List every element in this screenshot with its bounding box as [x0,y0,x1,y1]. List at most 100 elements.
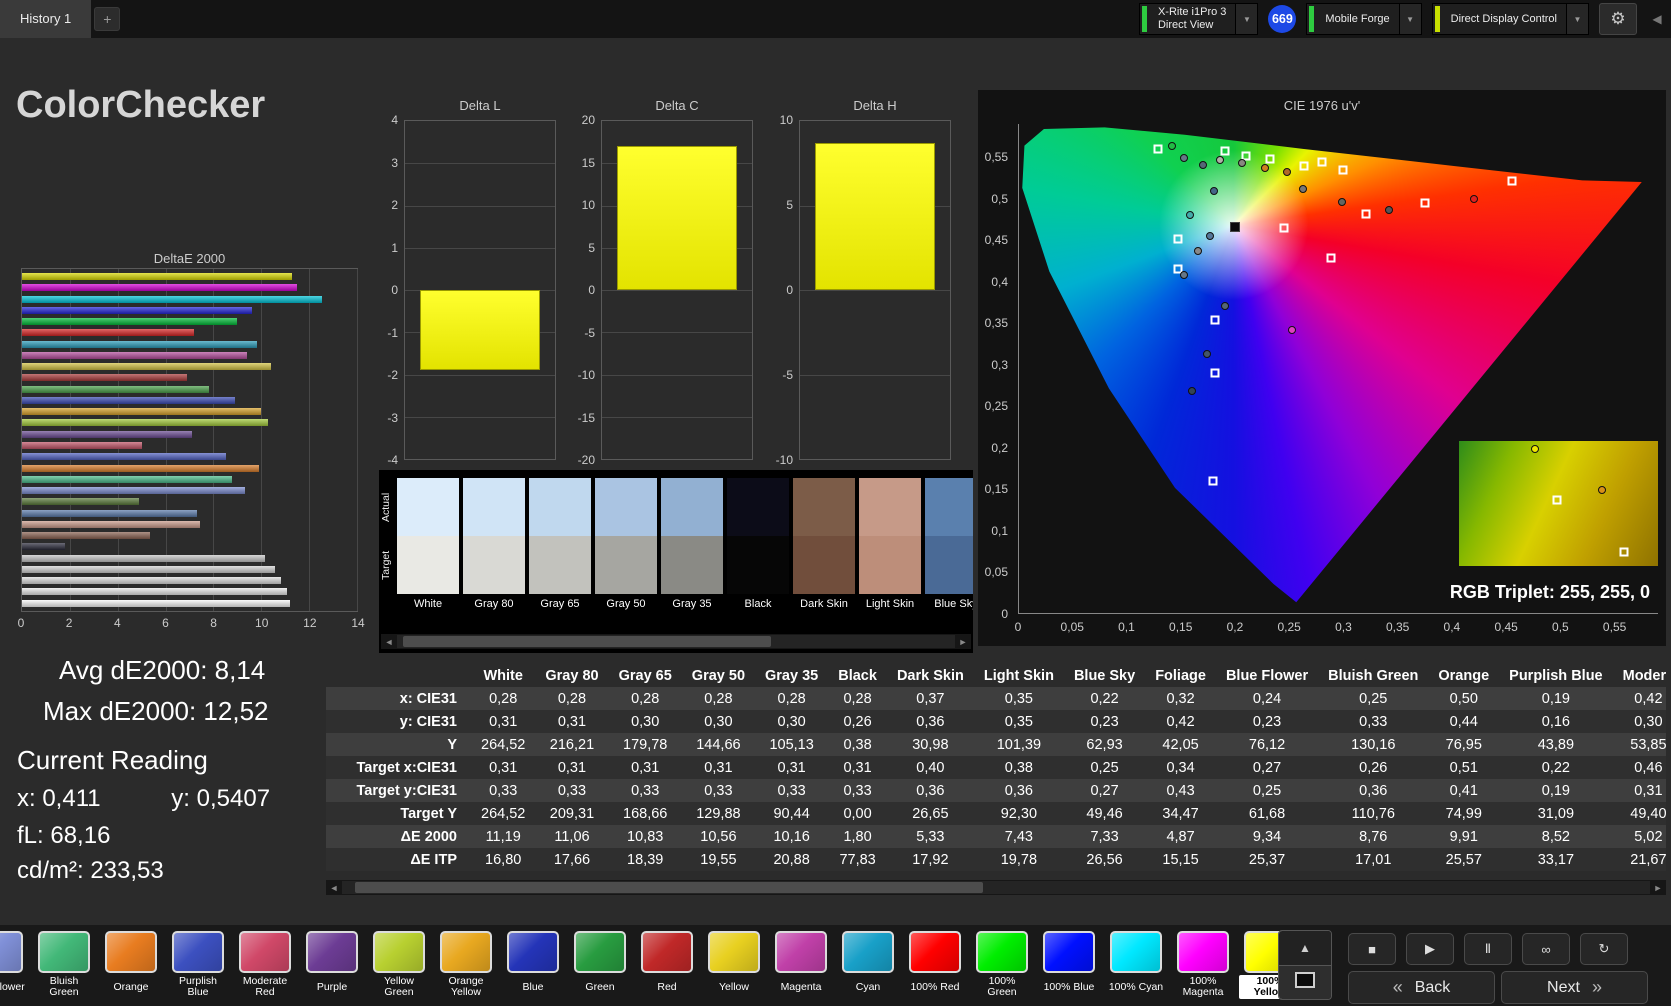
deltae-bar-dark-skin [22,532,150,540]
table-cell: 76,12 [1248,736,1286,753]
patch-button-yellow[interactable]: Yellow [703,931,765,999]
target-swatch [859,536,921,594]
patch-button-orange[interactable]: Orange [100,931,162,999]
swatch-label: White [413,598,443,610]
axis-tick-label: 6 [162,616,169,630]
patch-button-red[interactable]: Red [636,931,698,999]
scrollbar-track[interactable] [397,635,955,648]
scroll-up-button[interactable]: ▲ [1279,931,1331,965]
patch-button-100-magenta[interactable]: 100% Magenta [1172,931,1234,999]
scrollbar-track[interactable] [342,881,1650,894]
patch-button-100-blue[interactable]: 100% Blue [1038,931,1100,999]
target-marker [1153,144,1163,154]
scroll-left-icon[interactable]: ◄ [326,883,342,893]
patch-button-blue-flower[interactable]: Blue Flower [0,931,28,999]
patch-button-blue[interactable]: Blue [502,931,564,999]
swatch-column-white: White [397,478,459,614]
table-cell: 33,17 [1537,851,1575,868]
measurement-marker [1298,184,1307,193]
patch-button-cyan[interactable]: Cyan [837,931,899,999]
table-row: Target y:CIE31 0,33 0,33 0,33 0,33 0,33 0,33 0,… [326,779,1666,802]
gridline [602,290,752,291]
scrollbar-thumb[interactable] [402,636,771,647]
meter-source[interactable]: Mobile Forge ▼ [1306,3,1422,35]
inset-measurement-marker [1530,444,1539,453]
stop-button[interactable]: ■ [1348,933,1396,965]
back-button[interactable]: « Back [1348,971,1495,1004]
row-label: Target Y [400,805,457,822]
patch-button-orange-yellow[interactable]: Orange Yellow [435,931,497,999]
table-cell: 11,06 [554,828,590,845]
patch-button-row: Blue Flower Bluish Green Orange Purplish Bl… [0,931,1301,999]
table-cell: 77,83 [839,851,876,868]
scroll-right-icon[interactable]: ► [955,637,971,647]
measurement-marker [1186,211,1195,220]
patch-button-100-red[interactable]: 100% Red [904,931,966,999]
table-cell: 0,42 [1634,690,1663,707]
patch-button-magenta[interactable]: Magenta [770,931,832,999]
table-cell: 10,83 [627,828,664,845]
back-chevrons-icon: « [1392,977,1403,997]
target-marker [1210,315,1220,325]
patch-button-label: 100% Blue [1043,980,1095,993]
pattern-window-button[interactable] [1279,964,1331,999]
infinity-button[interactable]: ∞ [1522,933,1570,965]
patch-button-bluish-green[interactable]: Bluish Green [33,931,95,999]
scroll-right-icon[interactable]: ► [1650,883,1666,893]
loop-button[interactable]: ↻ [1580,933,1628,965]
meter-display-control[interactable]: Direct Display Control ▼ [1431,3,1589,35]
loop-icon: ↻ [1598,941,1610,956]
table-row: Y 264,52 216,21 179,78 144,66 105,13 0,38 30,98… [326,733,1666,756]
pause-button[interactable]: Ⅱ [1464,933,1512,965]
table-cell: 0,28 [631,690,660,707]
swatch-strip-scrollbar[interactable]: ◄ ► [381,634,971,649]
axis-tick-label: 0 [786,283,793,297]
next-button[interactable]: Next » [1501,971,1648,1004]
table-cell: 0,41 [1449,782,1478,799]
axis-tick-label: 2 [65,616,73,630]
target-swatch [661,536,723,594]
patch-button-yellow-green[interactable]: Yellow Green [368,931,430,999]
actual-row-label: Actual [380,492,392,522]
settings-button[interactable]: ⚙ [1599,3,1637,35]
deltae-bar-100-magenta [22,284,298,292]
patch-button-moderate-red[interactable]: Moderate Red [234,931,296,999]
play-button[interactable]: ▶ [1406,933,1454,965]
collapse-panel-button[interactable]: ◀ [1647,5,1667,33]
table-scrollbar[interactable]: ◄ ► [326,880,1666,895]
patch-button-100-green[interactable]: 100% Green [971,931,1033,999]
chevron-down-icon[interactable]: ▼ [1398,4,1421,34]
gridline [602,374,752,376]
tab-history-1[interactable]: History 1 [0,0,92,38]
patch-button-green[interactable]: Green [569,931,631,999]
chevron-down-icon[interactable]: ▼ [1566,4,1588,34]
measurement-marker [1260,163,1269,172]
scroll-left-icon[interactable]: ◄ [381,637,397,647]
deltae-bar-100-cyan [22,295,322,303]
column-header: Gray 80 [545,667,599,684]
deltae-plot [21,268,358,612]
swatch-label: Light Skin [865,598,915,610]
meter-measurement-device[interactable]: X-Rite i1Pro 3 Direct View ▼ [1138,3,1259,35]
patch-button-purple[interactable]: Purple [301,931,363,999]
table-cell: 0,33 [1359,713,1388,730]
patch-button-100-cyan[interactable]: 100% Cyan [1105,931,1167,999]
top-right-cluster: X-Rite i1Pro 3 Direct View ▼ 669 Mobile … [1138,3,1671,35]
table-cell: 0,31 [843,759,872,776]
actual-swatch [727,478,789,536]
table-cell: 0,19 [1541,782,1570,799]
swatch-label: Dark Skin [800,598,848,610]
table-cell: 74,99 [1445,805,1482,822]
table-cell: 0,26 [843,713,872,730]
patch-button-purplish-blue[interactable]: Purplish Blue [167,931,229,999]
swatch-label: Black [744,598,772,610]
table-cell: 1,80 [843,828,872,845]
deltae-bar-yellow-green [22,419,269,427]
add-tab-button[interactable]: + [94,7,121,31]
table-cell: 26,56 [1086,851,1123,868]
chevron-down-icon[interactable]: ▼ [1235,4,1258,34]
back-button-label: Back [1414,978,1451,996]
row-label: Target x:CIE31 [356,759,457,776]
gridline [405,247,555,249]
scrollbar-thumb[interactable] [355,882,983,893]
